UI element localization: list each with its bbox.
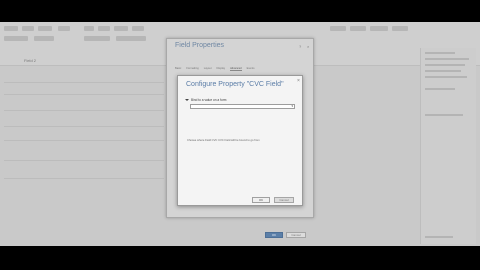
tab-strip: Basic Formatting Layout Display Advanced…	[175, 67, 255, 71]
help-text: Choose where Field CVC CVC Field will be…	[187, 139, 260, 142]
tab-layout[interactable]: Layout	[204, 67, 212, 71]
pane-item[interactable]	[425, 88, 455, 90]
ok-button[interactable]: OK	[265, 232, 283, 238]
configure-property-dialog: Configure Property "CVC Field" × Bind to…	[177, 75, 303, 206]
form-row[interactable]	[4, 94, 164, 95]
document-title: Field 2	[24, 58, 37, 63]
cancel-button[interactable]: Cancel	[274, 197, 294, 203]
ribbon-button[interactable]	[22, 26, 34, 31]
section-header[interactable]: Bind to a value on a form	[185, 98, 226, 102]
ok-button[interactable]: OK	[252, 197, 270, 203]
help-icon[interactable]: ?	[299, 44, 301, 49]
ribbon-button[interactable]	[116, 36, 146, 41]
pane-item[interactable]	[425, 64, 465, 66]
form-row[interactable]	[4, 178, 164, 179]
ribbon-button[interactable]	[114, 26, 128, 31]
ribbon-button[interactable]	[4, 26, 18, 31]
dialog-title: Configure Property "CVC Field"	[186, 81, 284, 88]
ribbon-button[interactable]	[4, 36, 28, 41]
tab-display[interactable]: Display	[217, 67, 226, 71]
ribbon-button[interactable]	[84, 36, 110, 41]
dialog-title: Field Properties	[175, 42, 225, 49]
ribbon-button[interactable]	[38, 26, 52, 31]
ribbon-button[interactable]	[58, 26, 70, 31]
tab-advanced[interactable]: Advanced	[230, 67, 242, 71]
form-row[interactable]	[4, 82, 164, 83]
ribbon-button[interactable]	[84, 26, 94, 31]
properties-pane	[420, 48, 476, 244]
pane-item[interactable]	[425, 76, 467, 78]
ribbon-button[interactable]	[34, 36, 54, 41]
close-icon[interactable]: ×	[297, 78, 300, 84]
binding-dropdown[interactable]: ▾	[190, 104, 295, 109]
pane-item[interactable]	[425, 70, 461, 72]
letterbox-bottom	[0, 246, 480, 270]
tab-events[interactable]: Events	[247, 67, 255, 71]
section-label: Bind to a value on a form	[191, 98, 227, 102]
ribbon-button[interactable]	[330, 26, 346, 31]
pane-item[interactable]	[425, 114, 463, 116]
form-row[interactable]	[4, 110, 164, 111]
close-icon[interactable]: ×	[307, 44, 309, 49]
cancel-button[interactable]: Cancel	[286, 232, 306, 238]
tab-formatting[interactable]: Formatting	[186, 67, 198, 71]
ribbon-button[interactable]	[370, 26, 388, 31]
form-row[interactable]	[4, 140, 164, 141]
form-row[interactable]	[4, 126, 164, 127]
chevron-down-icon[interactable]: ▾	[291, 105, 293, 108]
ribbon-button[interactable]	[132, 26, 144, 31]
ribbon-button[interactable]	[392, 26, 408, 31]
pane-item[interactable]	[425, 236, 453, 238]
pane-item[interactable]	[425, 58, 469, 60]
form-row[interactable]	[4, 160, 164, 161]
tab-basic[interactable]: Basic	[175, 67, 181, 71]
app-screen: Field 2 Field Properties ? × Basic Forma…	[0, 22, 480, 246]
ribbon-button[interactable]	[98, 26, 110, 31]
collapse-icon[interactable]	[185, 99, 189, 102]
ribbon-button[interactable]	[350, 26, 366, 31]
pane-item[interactable]	[425, 52, 455, 54]
